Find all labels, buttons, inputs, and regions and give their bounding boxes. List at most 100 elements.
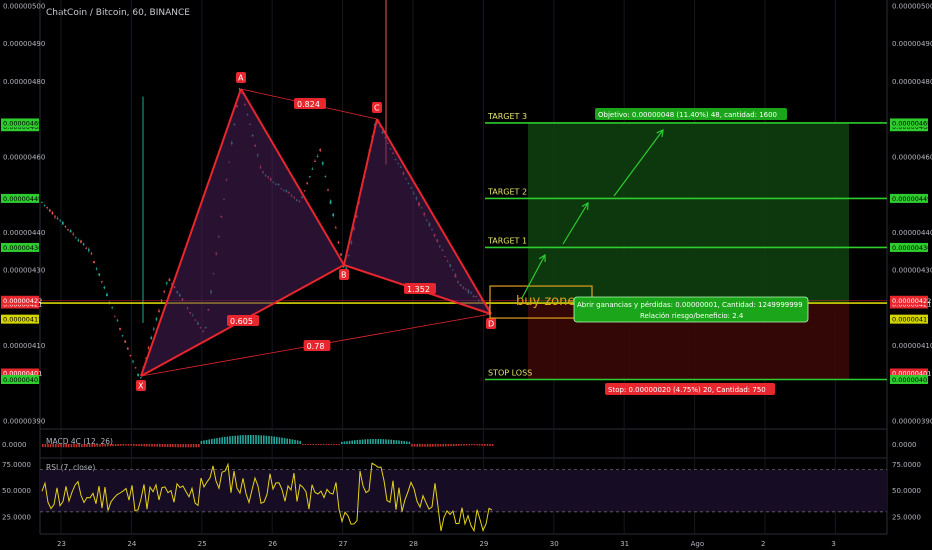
candle-body [98, 273, 101, 276]
macd-bar [385, 439, 387, 444]
candle-body [126, 347, 129, 350]
macd-bar [299, 440, 301, 444]
macd-bar [468, 444, 470, 446]
rsi-tick: 25.0000 [2, 514, 31, 522]
time-tick: Ago [691, 540, 705, 548]
macd-bar [374, 439, 377, 444]
macd-bar [317, 444, 320, 445]
candle-body [324, 175, 327, 177]
macd-bar [372, 439, 374, 444]
macd-bar [192, 444, 195, 448]
candle-body [116, 320, 119, 322]
ratio-label: 0.605 [230, 317, 253, 326]
time-tick: 30 [550, 540, 559, 548]
price-tick: 0.00000440 [892, 229, 932, 237]
macd-bar [393, 439, 395, 444]
macd-bar [198, 444, 200, 448]
macd-bar [304, 444, 307, 445]
macd-bar [270, 436, 273, 444]
chart-canvas[interactable]: ChatCoin / Bitcoin, 60, BINANCE TARGET 3… [0, 0, 932, 550]
candle-body [90, 253, 93, 255]
macd-bar [387, 439, 390, 444]
pnl-info-line2: Relación riesgo/beneficio: 2.4 [640, 312, 744, 320]
macd-bar [179, 444, 182, 448]
chart-root[interactable]: ChatCoin / Bitcoin, 60, BINANCE TARGET 3… [0, 0, 932, 550]
macd-bar [452, 444, 455, 447]
candle-body [85, 248, 88, 249]
candle-body [334, 227, 337, 229]
price-tick: 0.00000490 [892, 40, 932, 48]
macd-bar [382, 439, 385, 444]
price-label: 0.00000422 [892, 297, 931, 305]
candle-body [124, 340, 127, 343]
macd-bar [221, 437, 223, 444]
candle-body [132, 360, 134, 362]
macd-bar [364, 439, 366, 444]
macd-bar [255, 435, 257, 444]
macd-bar [169, 444, 171, 448]
macd-bar [276, 436, 278, 444]
macd-bar [447, 444, 450, 447]
price-label: 0.00000417 [3, 316, 42, 324]
candle-body [327, 189, 329, 191]
price-label: 0.00000436 [3, 244, 42, 252]
macd-bar [369, 439, 372, 444]
candle-body [67, 229, 69, 231]
macd-bar [281, 437, 283, 444]
macd-bar [302, 444, 304, 445]
macd-bar [286, 438, 288, 444]
macd-bar [125, 444, 127, 446]
macd-bar [187, 444, 190, 448]
macd-bar [205, 439, 208, 444]
pattern-point-label: C [374, 104, 380, 113]
macd-bar [278, 437, 281, 444]
candle-body [95, 268, 98, 270]
price-label: 0.00000469 [892, 119, 931, 127]
candle-body [77, 239, 80, 241]
macd-bar [424, 444, 426, 447]
rsi-panel [40, 462, 887, 533]
candle-body [306, 182, 309, 184]
candle-body [48, 209, 51, 212]
price-tick: 0.00000410 [3, 342, 45, 350]
price-label: 0.00000417 [892, 316, 931, 324]
time-tick: 27 [339, 540, 348, 548]
candle-body [61, 221, 64, 225]
candle-body [303, 190, 306, 192]
macd-bar [335, 444, 338, 445]
macd-bar [325, 444, 327, 445]
level-label: STOP LOSS [488, 369, 532, 378]
macd-bar [419, 444, 421, 447]
macd-bar [413, 444, 416, 447]
macd-bar [322, 444, 325, 445]
candle-body [100, 281, 103, 283]
macd-bar [481, 444, 483, 446]
macd-bar [486, 444, 489, 446]
candle-body [93, 261, 95, 263]
macd-bar [211, 438, 213, 444]
candle-body [74, 237, 77, 239]
macd-bar [289, 438, 291, 444]
candle-body [345, 267, 348, 269]
macd-bar [164, 444, 166, 447]
price-tick: 0.00000460 [3, 153, 45, 161]
macd-bar [237, 435, 239, 444]
macd-bar [354, 440, 356, 444]
candle-body [337, 242, 340, 243]
macd-bar [442, 444, 444, 447]
candle-body [168, 279, 171, 281]
time-tick: 2 [761, 540, 765, 548]
macd-bar [166, 444, 169, 448]
macd-bar [463, 444, 465, 446]
macd-bar [390, 439, 392, 444]
candle-body [155, 318, 158, 320]
price-tick: 0.00000430 [3, 267, 45, 275]
macd-bar [478, 444, 481, 446]
macd-bar [465, 444, 468, 446]
macd-bar [250, 435, 252, 444]
rsi-tick: 50.0000 [892, 487, 921, 495]
candle-body [69, 230, 72, 233]
candle-body [56, 218, 59, 220]
candle-body [316, 156, 319, 157]
macd-bar [190, 444, 192, 448]
